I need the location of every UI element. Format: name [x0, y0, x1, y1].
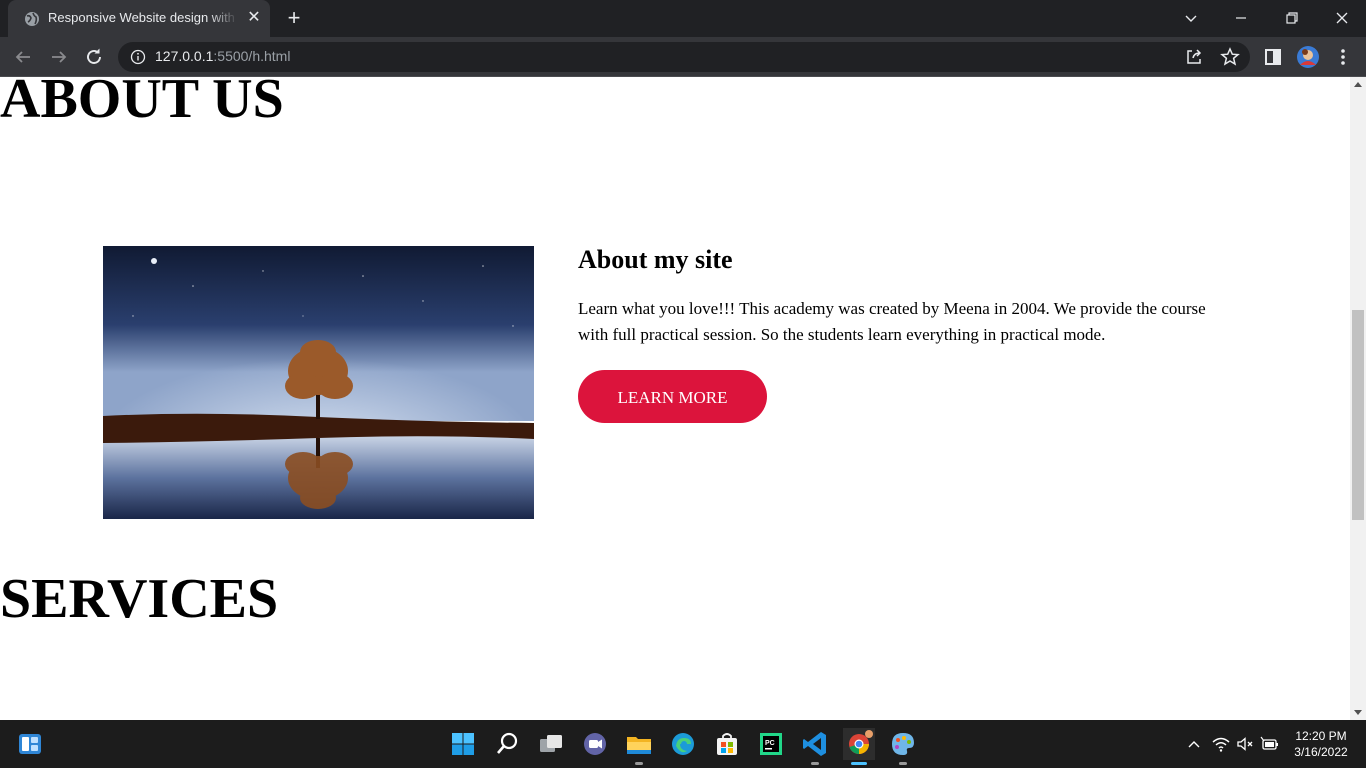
reload-icon[interactable]: [82, 45, 106, 69]
side-panel-icon[interactable]: [1261, 45, 1285, 69]
globe-icon: [25, 12, 39, 26]
pycharm-icon[interactable]: PC: [755, 728, 787, 760]
battery-charging-icon[interactable]: [1260, 734, 1280, 754]
about-subheading: About my site: [578, 245, 733, 274]
tab-search-chevron-icon[interactable]: [1179, 6, 1203, 30]
services-heading: SERVICES: [0, 568, 279, 630]
browser-toolbar: 127.0.0.1:5500/h.html: [0, 37, 1366, 77]
scroll-up-arrow-icon[interactable]: [1354, 82, 1362, 87]
new-tab-icon[interactable]: +: [284, 7, 304, 29]
bookmark-star-icon[interactable]: [1218, 45, 1242, 69]
widgets-icon[interactable]: [14, 728, 46, 760]
night-tree-photo: [103, 246, 534, 519]
svg-text:PC: PC: [765, 740, 775, 747]
file-explorer-icon[interactable]: [623, 728, 655, 760]
page-viewport: ABOUT US About my site Learn what you lo…: [0, 77, 1350, 720]
scrollbar-thumb[interactable]: [1352, 310, 1364, 520]
minimize-icon[interactable]: [1229, 6, 1253, 30]
url-text: 127.0.0.1:5500/h.html: [155, 48, 291, 64]
scroll-down-arrow-icon[interactable]: [1354, 710, 1362, 715]
store-icon[interactable]: [711, 728, 743, 760]
site-info-icon[interactable]: [130, 49, 146, 65]
profile-avatar[interactable]: [1296, 45, 1320, 69]
vscode-icon[interactable]: [799, 728, 831, 760]
edge-icon[interactable]: [667, 728, 699, 760]
restore-icon[interactable]: [1280, 6, 1304, 30]
teams-chat-icon[interactable]: [579, 728, 611, 760]
wifi-icon[interactable]: [1211, 734, 1231, 754]
explorer-running-indicator: [635, 762, 643, 765]
tab-close-icon[interactable]: ✕: [245, 9, 263, 27]
vscode-running-indicator: [811, 762, 819, 765]
browser-tab[interactable]: Responsive Website design with HTML ✕: [8, 0, 270, 37]
chrome-icon[interactable]: [843, 728, 875, 760]
paint-icon[interactable]: [887, 728, 919, 760]
more-menu-icon[interactable]: [1331, 45, 1355, 69]
back-arrow-icon[interactable]: [11, 45, 35, 69]
about-heading: ABOUT US: [0, 77, 284, 130]
start-icon[interactable]: [447, 728, 479, 760]
paint-running-indicator: [899, 762, 907, 765]
tab-title: Responsive Website design with HTML: [48, 10, 238, 25]
address-bar[interactable]: 127.0.0.1:5500/h.html: [118, 42, 1250, 72]
share-icon[interactable]: [1182, 45, 1206, 69]
volume-muted-icon[interactable]: [1235, 734, 1255, 754]
close-window-icon[interactable]: [1330, 6, 1354, 30]
search-icon[interactable]: [491, 728, 523, 760]
browser-tab-strip: Responsive Website design with HTML ✕ +: [0, 0, 1366, 37]
learn-more-button[interactable]: LEARN MORE: [578, 370, 767, 423]
clock-time: 12:20 PM: [1295, 729, 1347, 743]
chrome-active-indicator: [851, 762, 867, 765]
show-hidden-icons-chevron-icon[interactable]: [1184, 734, 1204, 754]
about-paragraph: Learn what you love!!! This academy was …: [578, 299, 1206, 344]
forward-arrow-icon[interactable]: [47, 45, 71, 69]
windows-taskbar: PC 12:20 PM 3/16/2022: [0, 720, 1366, 768]
system-clock[interactable]: 12:20 PM 3/16/2022: [1290, 728, 1352, 760]
task-view-icon[interactable]: [535, 728, 567, 760]
page-scrollbar[interactable]: [1350, 77, 1366, 720]
clock-date: 3/16/2022: [1294, 745, 1348, 759]
